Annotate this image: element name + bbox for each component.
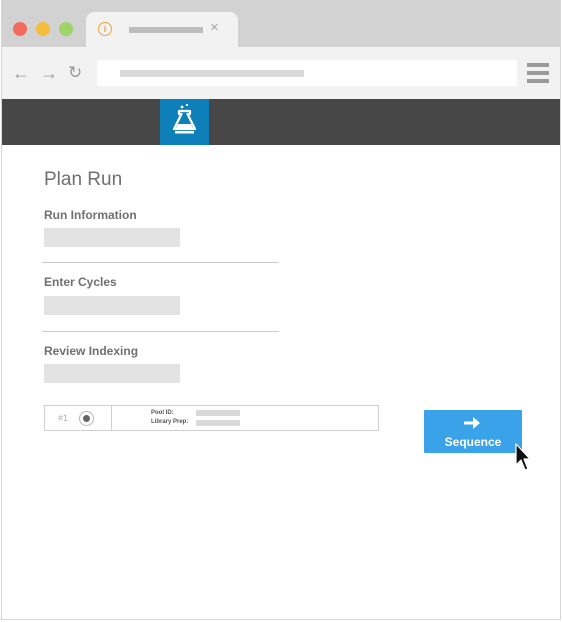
address-text	[120, 70, 304, 77]
enter-cycles-label: Enter Cycles	[44, 275, 117, 289]
browser-tab[interactable]: i ×	[86, 12, 238, 47]
tab-title	[129, 27, 203, 33]
mouse-cursor-icon	[515, 443, 531, 471]
window-maximize-button[interactable]	[59, 22, 73, 36]
divider	[42, 331, 279, 332]
reload-icon[interactable]: ↻	[68, 63, 82, 83]
browser-toolbar: ← → ↻	[2, 47, 560, 99]
flask-icon	[172, 103, 197, 134]
pool-id-label: Pool ID:	[151, 410, 174, 416]
forward-arrow-icon[interactable]: →	[40, 63, 58, 83]
tab-bar: i ×	[2, 0, 560, 47]
app-logo-tile[interactable]	[160, 99, 209, 145]
window-minimize-button[interactable]	[36, 22, 50, 36]
pool-row[interactable]: #1 Pool ID: Library Prep:	[44, 405, 379, 431]
window-close-button[interactable]	[13, 22, 27, 36]
info-icon: i	[98, 22, 112, 36]
divider	[111, 406, 112, 430]
browser-window: i × ← → ↻ Plan Run Run Information Enter…	[1, 0, 561, 620]
enter-cycles-field[interactable]	[44, 296, 180, 315]
review-indexing-label: Review Indexing	[44, 344, 139, 358]
address-bar[interactable]	[97, 60, 517, 86]
page-title: Plan Run	[44, 169, 123, 190]
back-arrow-icon[interactable]: ←	[12, 63, 30, 83]
divider	[42, 262, 279, 263]
library-prep-value	[196, 420, 240, 426]
app-header	[2, 99, 560, 145]
review-indexing-field[interactable]	[44, 364, 180, 383]
arrow-right-icon	[464, 417, 480, 429]
hamburger-menu-icon[interactable]	[527, 63, 549, 83]
run-information-field[interactable]	[44, 228, 180, 247]
sequence-button-label: Sequence	[444, 435, 502, 449]
library-prep-label: Library Prep:	[151, 419, 189, 425]
run-information-label: Run Information	[44, 208, 137, 222]
pool-id-value	[196, 410, 240, 416]
pool-target-icon[interactable]	[79, 411, 94, 426]
pool-number: #1	[58, 413, 69, 423]
sequence-button[interactable]: Sequence	[424, 410, 522, 453]
close-icon[interactable]: ×	[210, 18, 219, 38]
